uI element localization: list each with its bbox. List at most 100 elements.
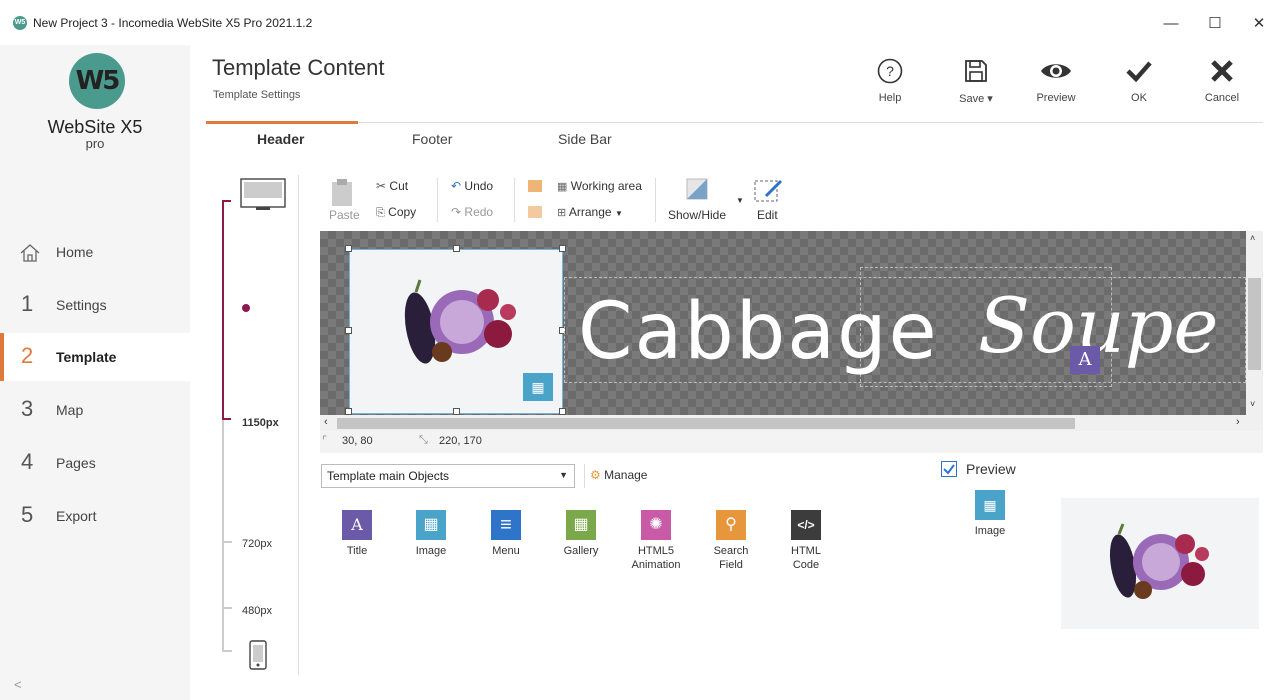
object-html-code[interactable]: </> HTML Code [774,510,838,572]
ruler-tick [222,607,232,609]
vertical-scroll-thumb[interactable] [1248,278,1261,370]
tab-side-bar[interactable]: Side Bar [558,131,612,147]
save-label: Save ▾ [959,93,993,105]
ok-button[interactable]: OK [1107,58,1171,104]
header-canvas[interactable]: ▦ Cabbage Soupe A [320,231,1246,415]
close-icon[interactable]: ✕ [1249,14,1269,34]
maximize-icon[interactable]: ☐ [1205,14,1225,34]
sidebar-item-settings[interactable]: 1 Settings [0,281,190,329]
size-icon: ⤡ [419,434,428,446]
image-icon: ▦ [975,490,1005,520]
size-value: 220, 170 [439,435,482,447]
object-html5-animation[interactable]: ✺ HTML5 Animation [624,510,688,572]
logo-text: WebSite X5 [47,117,143,137]
resize-handle[interactable] [345,245,352,252]
sidebar-item-export[interactable]: 5 Export [0,492,190,540]
resize-handle[interactable] [559,245,566,252]
paste-icon [332,179,352,206]
horizontal-scroll-thumb[interactable] [337,418,1075,429]
scroll-right-icon[interactable]: › [1236,416,1240,428]
resolution-label-480: 480px [242,605,272,617]
object-search-field[interactable]: ⚲ Search Field [699,510,763,572]
resize-handle[interactable] [453,408,460,415]
toolbar-separator [655,178,656,222]
show-hide-label: Show/Hide [668,208,727,222]
grid-icon: ▦ [557,181,568,193]
copy-icon: ⎘ [376,207,385,219]
object-label: Search Field [713,545,749,571]
resize-handle[interactable] [453,245,460,252]
object-image[interactable]: ▦ Image [399,510,463,558]
preview-button[interactable]: Preview [1024,58,1088,104]
menu-icon: ≡ [491,510,521,540]
divider [584,464,585,488]
working-area-button[interactable]: ▦ Working area [557,179,642,193]
resolution-handle[interactable] [242,304,250,312]
logo-sub: pro [85,136,105,151]
desktop-icon[interactable] [240,178,286,212]
minimize-icon[interactable]: — [1161,14,1181,34]
redo-label: Redo [464,205,494,219]
mobile-icon[interactable] [249,640,267,670]
scroll-down-icon[interactable]: ˅ [1250,399,1255,409]
scroll-left-icon[interactable]: ‹ [324,416,328,428]
objects-category-select[interactable]: Template main Objects ▼ [321,464,575,488]
undo-button[interactable]: ↶ Undo [451,179,493,193]
collapse-sidebar-button[interactable]: < [14,677,22,692]
checkmark-icon [943,464,955,475]
chevron-down-icon: ▼ [614,209,623,218]
show-hide-button[interactable]: Show/Hide [668,178,728,224]
object-menu[interactable]: ≡ Menu [474,510,538,558]
header-accent [206,121,358,124]
help-button[interactable]: ? Help [858,58,922,104]
resize-handle[interactable] [345,408,352,415]
preview-checkbox[interactable] [941,461,957,477]
cancel-button[interactable]: Cancel [1190,58,1254,104]
object-label: Title [346,545,368,557]
resize-handle[interactable] [345,327,352,334]
manage-button[interactable]: ⚙ Manage [590,468,647,482]
bring-forward-icon[interactable] [528,180,542,192]
edit-button[interactable]: Edit [754,178,784,224]
ruler-tick [222,200,231,202]
step-number: 3 [21,396,34,421]
object-gallery[interactable]: ▦ Gallery [549,510,613,558]
tab-header[interactable]: Header [257,131,304,147]
title-bar: W5 New Project 3 - Incomedia WebSite X5 … [0,0,1281,45]
ruler-line [222,420,224,652]
preview-object-label: Image [974,525,1006,537]
resize-handle[interactable] [559,408,566,415]
sidebar-item-map[interactable]: 3 Map [0,386,190,434]
scroll-up-icon[interactable]: ˄ [1250,233,1255,243]
chevron-down-icon[interactable]: ▼ [736,196,744,205]
image-object[interactable]: ▦ [349,249,563,414]
redo-button[interactable]: ↷ Redo [451,205,493,219]
step-number: 5 [21,502,34,527]
object-title[interactable]: A Title [325,510,389,558]
scissors-icon: ✂ [376,179,387,193]
sidebar-item-label: Settings [56,297,107,313]
paste-button[interactable]: Paste [329,178,360,224]
logo-text: Cabbage [578,287,939,377]
arrange-button[interactable]: ⊞ Arrange ▼ [557,205,623,219]
object-label: Gallery [563,545,599,557]
cancel-label: Cancel [1204,92,1240,104]
cut-button[interactable]: ✂ Cut [376,179,408,193]
sidebar-item-pages[interactable]: 4 Pages [0,439,190,487]
send-backward-icon[interactable] [528,206,542,218]
sidebar: W5 WebSite X5 pro Home 1 Settings 2 Temp… [0,45,190,700]
step-number: 1 [21,291,34,316]
sidebar-item-template[interactable]: 2 Template [0,333,190,381]
check-icon [1126,61,1152,83]
object-label: HTML Code [791,545,821,571]
ruler-tick [222,541,232,543]
save-button[interactable]: Save ▾ [944,58,1008,105]
object-label: Image [415,545,447,557]
x-icon [1211,60,1233,82]
step-number: 2 [21,343,34,368]
sidebar-item-home[interactable]: Home [0,228,190,276]
animation-icon: ✺ [641,510,671,540]
tab-footer[interactable]: Footer [412,131,452,147]
search-icon: ⚲ [716,510,746,540]
copy-button[interactable]: ⎘ Copy [376,205,416,220]
